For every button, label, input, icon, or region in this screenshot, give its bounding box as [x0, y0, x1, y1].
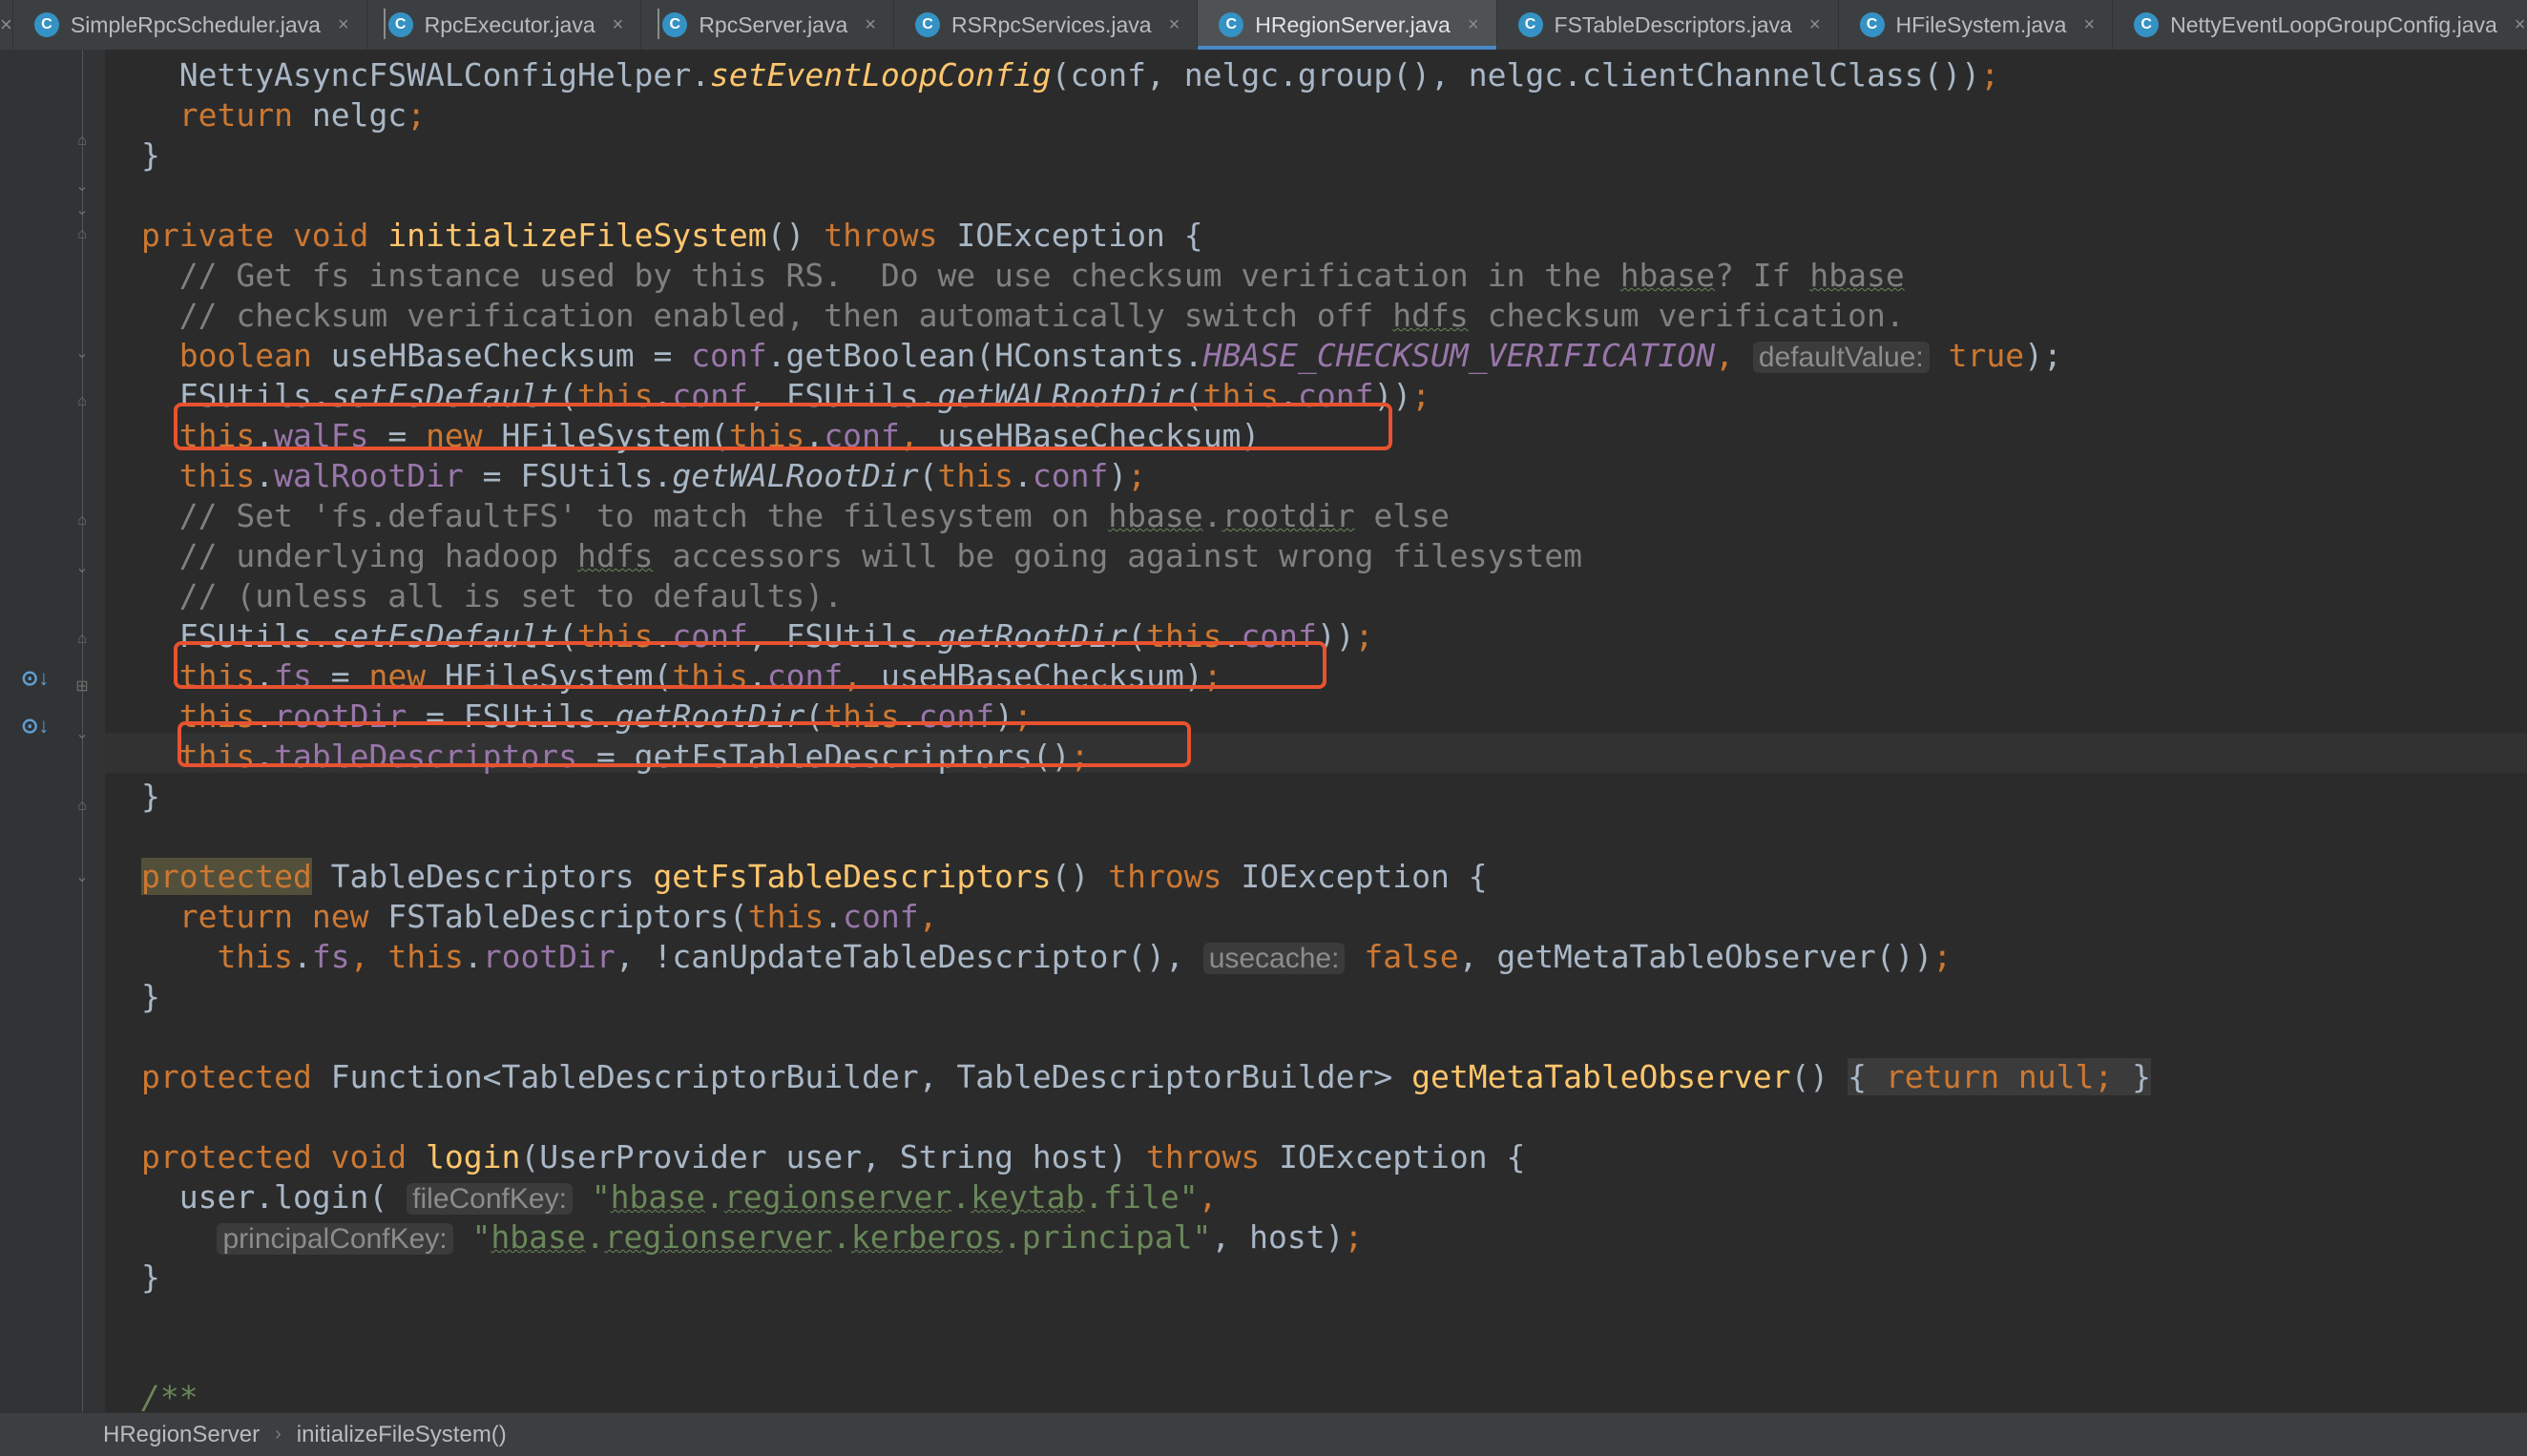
- breadcrumb: HRegionServer › initializeFileSystem(): [0, 1412, 2527, 1456]
- fold-expand-icon[interactable]: ⊞: [74, 679, 90, 695]
- folded-code-region[interactable]: { return null;: [1848, 1058, 2114, 1095]
- java-class-icon: C: [1859, 12, 1885, 37]
- java-class-icon: C: [1219, 12, 1244, 37]
- editor-tab-bar: × C SimpleRpcScheduler.java × C RpcExecu…: [0, 0, 2527, 51]
- tab-label: SimpleRpcScheduler.java: [70, 11, 321, 37]
- code-comment-line: // Get fs instance used by this RS. Do w…: [141, 257, 1905, 294]
- tab-simple-rpc-scheduler[interactable]: C SimpleRpcScheduler.java ×: [13, 0, 367, 50]
- close-icon[interactable]: ×: [613, 14, 624, 36]
- close-icon[interactable]: ×: [2083, 14, 2095, 36]
- fold-start-icon[interactable]: ⌄: [74, 870, 90, 885]
- java-class-icon: C: [914, 12, 940, 37]
- parameter-hint: usecache:: [1202, 943, 1346, 974]
- close-icon[interactable]: ×: [1468, 14, 1479, 36]
- code-line: /**: [141, 1379, 198, 1412]
- fold-end-icon[interactable]: ⌂: [74, 394, 90, 409]
- tab-hregion-server[interactable]: C HRegionServer.java ×: [1198, 0, 1497, 50]
- code-line: }: [141, 136, 160, 174]
- tab-label: RpcExecutor.java: [424, 11, 595, 37]
- fold-start-icon[interactable]: ⌄: [74, 561, 90, 576]
- code-editor[interactable]: ⌂ ⌄ ⌄ ⌂ ⌄ ⌂ ⌂ ⌄ ⌂ ⊞ ⌄ ⌂ ⌄ ⊙↓ ⊙↓ NettyAsy…: [0, 50, 2527, 1412]
- code-comment-line: // underlying hadoop hdfs accessors will…: [141, 537, 1582, 574]
- highlight-box-walfs: [174, 403, 1392, 450]
- fold-start-icon[interactable]: ⌄: [74, 346, 90, 362]
- close-icon[interactable]: ×: [865, 14, 876, 36]
- code-comment-line: // Set 'fs.defaultFS' to match the files…: [141, 497, 1450, 534]
- tab-label: HRegionServer.java: [1255, 11, 1451, 37]
- code-line: protected Function<TableDescriptorBuilde…: [141, 1058, 2152, 1095]
- code-comment-line: // (unless all is set to defaults).: [141, 577, 844, 614]
- highlight-box-fs: [174, 641, 1326, 689]
- tab-label: NettyEventLoopGroupConfig.java: [2170, 11, 2497, 37]
- parameter-hint: fileConfKey:: [407, 1183, 573, 1215]
- code-line: this.fs, this.rootDir, !canUpdateTableDe…: [217, 938, 1953, 975]
- code-line: protected TableDescriptors getFsTableDes…: [141, 858, 1488, 895]
- fold-start-icon[interactable]: ⌄: [74, 727, 90, 742]
- breadcrumb-class[interactable]: HRegionServer: [103, 1422, 260, 1448]
- tab-hfile-system[interactable]: C HFileSystem.java ×: [1839, 0, 2114, 50]
- close-icon[interactable]: ×: [1809, 14, 1821, 36]
- breadcrumb-method[interactable]: initializeFileSystem(): [297, 1422, 507, 1448]
- parameter-hint: defaultValue:: [1752, 342, 1930, 373]
- fold-start-icon[interactable]: ⌄: [74, 179, 90, 195]
- tab-rs-rpc-services[interactable]: C RSRpcServices.java ×: [894, 0, 1199, 50]
- close-icon[interactable]: ×: [1169, 14, 1180, 36]
- code-line: }: [141, 778, 160, 815]
- tab-rpc-server[interactable]: C RpcServer.java ×: [641, 0, 894, 50]
- code-line: principalConfKey: "hbase.regionserver.ke…: [141, 1217, 1363, 1258]
- overrides-method-icon[interactable]: ⊙↓: [21, 666, 53, 695]
- code-line: }: [141, 1258, 160, 1296]
- fold-start-icon[interactable]: ⌄: [74, 203, 90, 218]
- parameter-hint: principalConfKey:: [217, 1223, 453, 1255]
- tab-fs-table-descriptors[interactable]: C FSTableDescriptors.java ×: [1497, 0, 1839, 50]
- fold-end-icon[interactable]: ⌂: [74, 632, 90, 647]
- tab-netty-event-loop-group-config[interactable]: C NettyEventLoopGroupConfig.java ×: [2113, 0, 2527, 50]
- fold-end-icon[interactable]: ⌂: [74, 799, 90, 814]
- overrides-method-icon[interactable]: ⊙↓: [21, 714, 53, 742]
- tab-label: FSTableDescriptors.java: [1554, 11, 1792, 37]
- java-class-icon: C: [2134, 12, 2160, 37]
- code-line: private void initializeFileSystem() thro…: [141, 217, 1203, 254]
- tab-rpc-executor[interactable]: C RpcExecutor.java ×: [367, 0, 642, 50]
- code-line: protected void login(UserProvider user, …: [141, 1138, 1526, 1175]
- code-line: boolean useHBaseChecksum = conf.getBoole…: [178, 337, 2062, 374]
- java-class-icon: C: [658, 9, 688, 39]
- java-class-icon: C: [383, 9, 413, 39]
- tab-label: HFileSystem.java: [1895, 11, 2067, 37]
- code-line: }: [141, 978, 160, 1015]
- close-icon[interactable]: ×: [0, 0, 13, 50]
- code-line: NettyAsyncFSWALConfigHelper.setEventLoop…: [141, 56, 2000, 94]
- code-line: return new FSTableDescriptors(this.conf,: [178, 898, 938, 935]
- code-line: this.walRootDir = FSUtils.getWALRootDir(…: [178, 457, 1147, 494]
- highlight-box-table-descriptors: [178, 721, 1191, 767]
- java-class-icon: C: [33, 12, 59, 37]
- code-line: user.login( fileConfKey: "hbase.regionse…: [141, 1178, 1218, 1216]
- tab-label: RpcServer.java: [699, 11, 848, 37]
- fold-end-icon[interactable]: ⌂: [74, 134, 90, 149]
- code-line: return nelgc;: [178, 96, 427, 134]
- java-class-icon: C: [1517, 12, 1543, 37]
- close-icon[interactable]: ×: [2515, 14, 2526, 36]
- tab-label: RSRpcServices.java: [950, 11, 1152, 37]
- fold-end-icon[interactable]: ⌂: [74, 227, 90, 242]
- breadcrumb-separator: ›: [275, 1424, 282, 1445]
- close-icon[interactable]: ×: [338, 14, 349, 36]
- fold-end-icon[interactable]: ⌂: [74, 513, 90, 529]
- code-comment-line: // checksum verification enabled, then a…: [141, 297, 1905, 334]
